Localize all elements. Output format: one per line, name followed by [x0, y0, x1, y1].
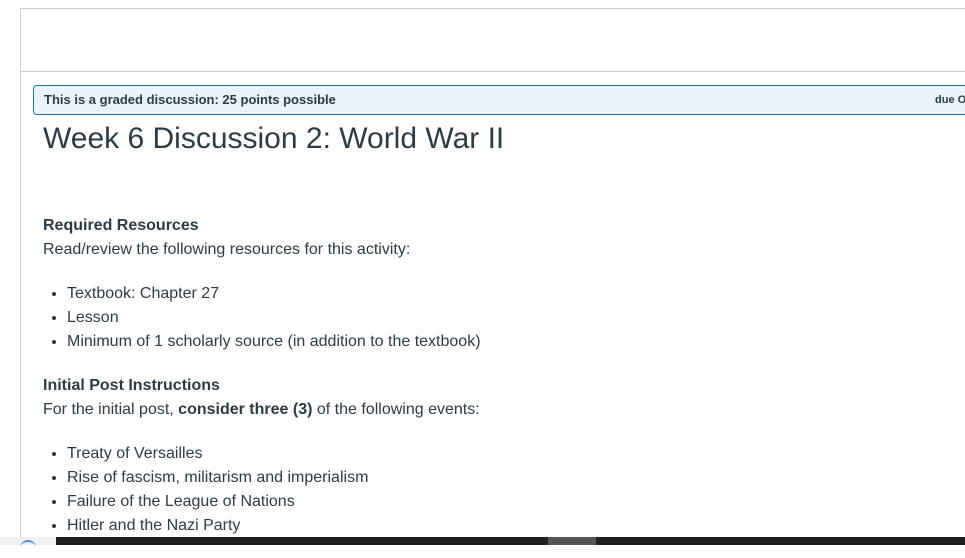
header-area — [21, 9, 965, 72]
discussion-body: Required Resources Read/review the follo… — [43, 214, 943, 558]
list-item: Rise of fascism, militarism and imperial… — [67, 466, 943, 490]
taskbar-left — [0, 537, 56, 545]
list-item: Treaty of Versailles — [67, 442, 943, 466]
required-resources-intro: Read/review the following resources for … — [43, 241, 411, 258]
graded-points-text: This is a graded discussion: 25 points p… — [44, 92, 336, 107]
graded-discussion-banner: This is a graded discussion: 25 points p… — [33, 85, 965, 115]
intro-prefix: For the initial post, — [43, 401, 179, 418]
list-item: Textbook: Chapter 27 — [67, 282, 943, 306]
list-item: Failure of the League of Nations — [67, 490, 943, 514]
page-left-margin — [0, 0, 20, 545]
initial-post-heading: Initial Post Instructions — [43, 377, 220, 394]
scrollbar-thumb[interactable] — [548, 537, 596, 545]
intro-suffix: of the following events: — [312, 401, 480, 418]
list-item: Lesson — [67, 306, 943, 330]
browser-icon[interactable] — [20, 540, 36, 548]
discussion-title: Week 6 Discussion 2: World War II — [43, 122, 505, 155]
required-resources-list: Textbook: Chapter 27 Lesson Minimum of 1… — [43, 282, 943, 354]
events-list: Treaty of Versailles Rise of fascism, mi… — [43, 442, 943, 538]
intro-bold: consider three (3) — [178, 401, 313, 418]
list-item: Minimum of 1 scholarly source (in additi… — [67, 330, 943, 354]
horizontal-scrollbar[interactable] — [56, 537, 965, 545]
list-item: Hitler and the Nazi Party — [67, 514, 943, 538]
due-date-text: due O — [935, 94, 965, 106]
initial-post-intro: For the initial post, consider three (3)… — [43, 398, 943, 422]
required-resources-heading: Required Resources — [43, 217, 199, 234]
